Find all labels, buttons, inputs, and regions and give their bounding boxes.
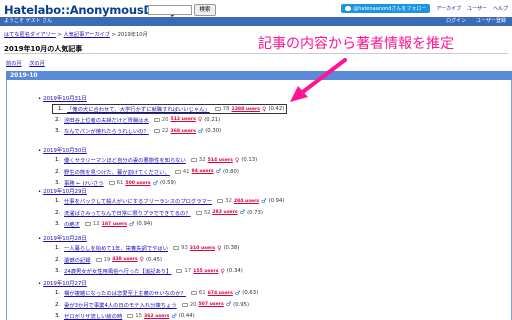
annotation-arrow-icon [290,58,347,102]
